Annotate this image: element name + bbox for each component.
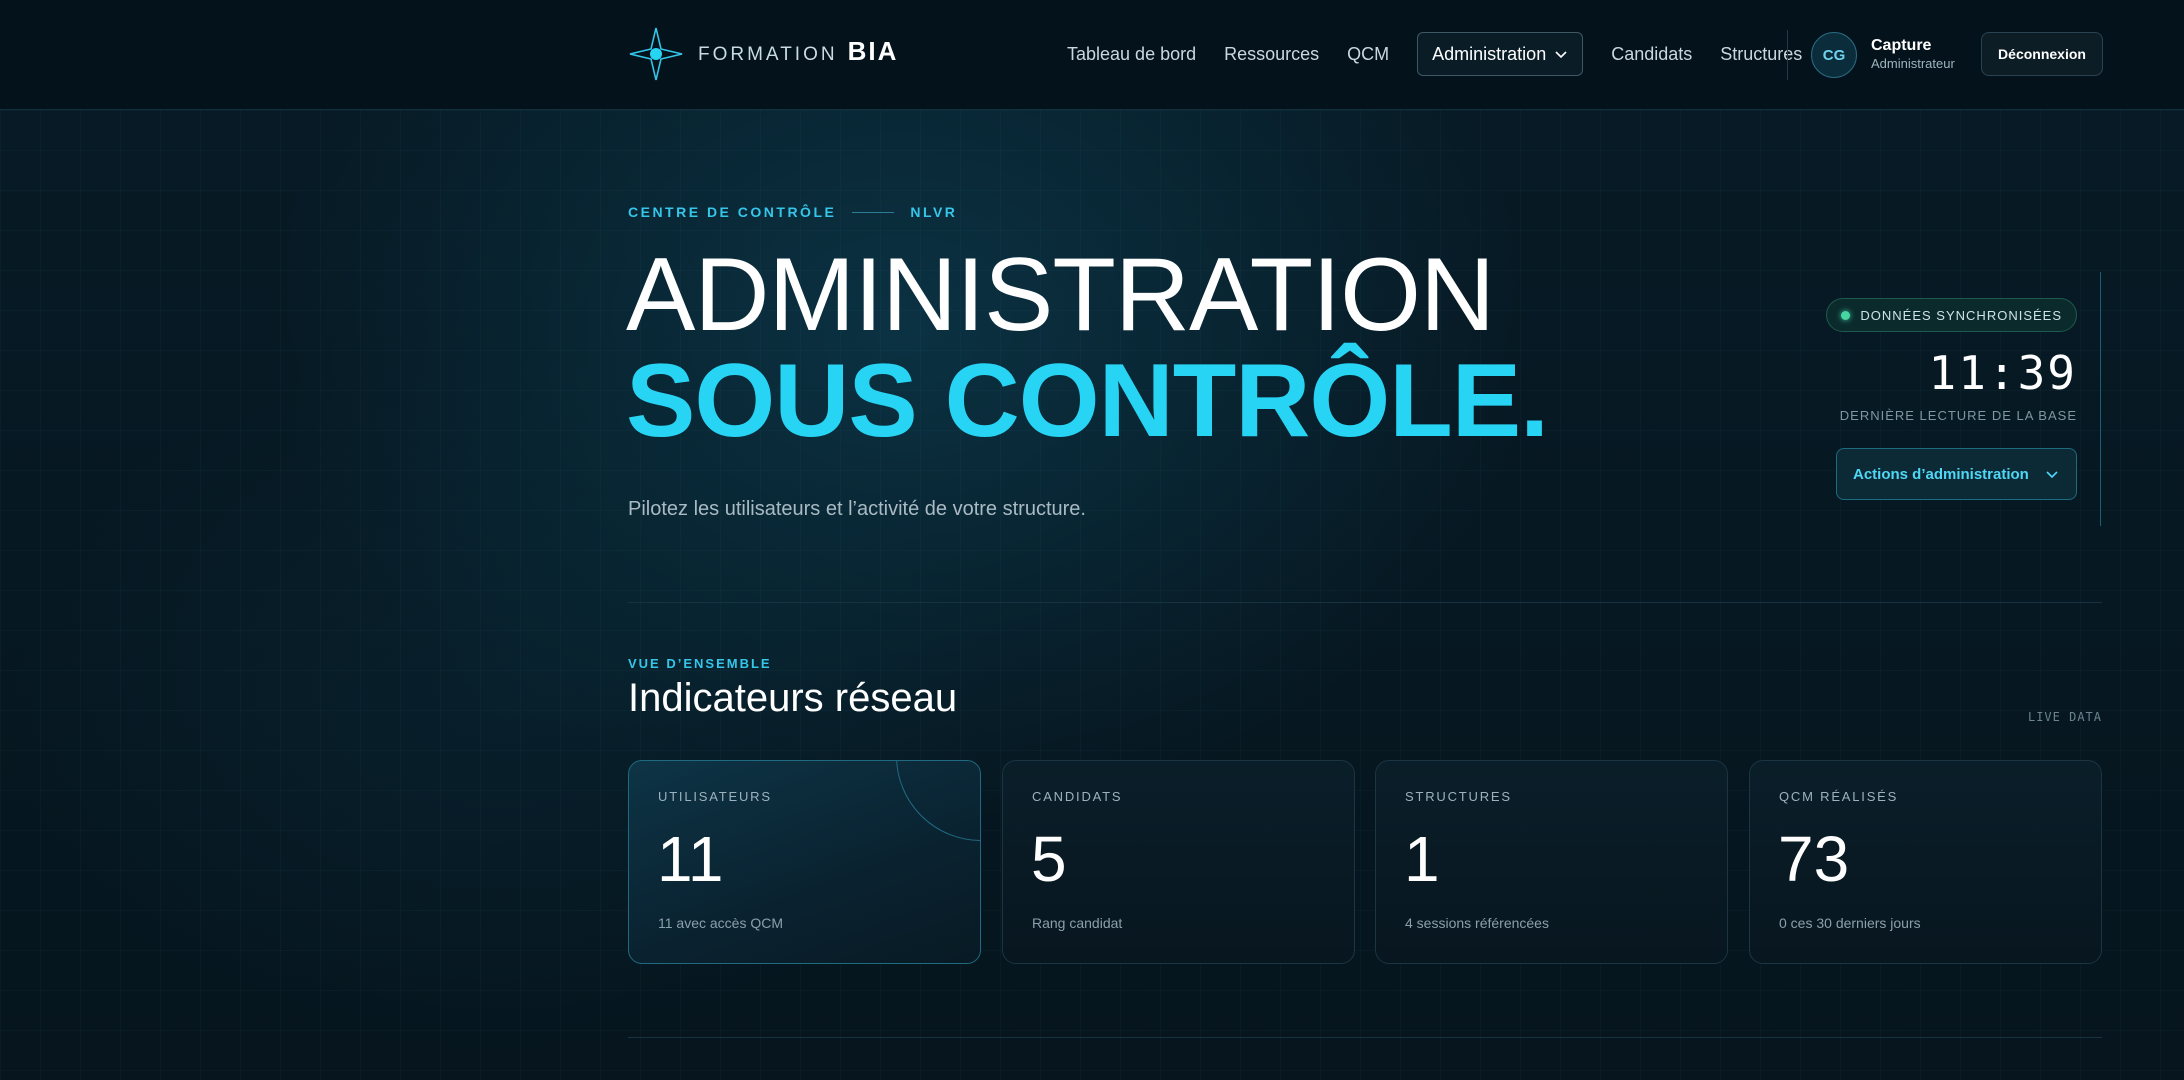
stat-card-note: 0 ces 30 derniers jours [1779,915,1921,931]
page-title-line1: ADMINISTRATION [626,237,1495,353]
nav-divider [1787,30,1788,80]
card-decoration [896,761,980,841]
chevron-down-icon [2046,471,2058,479]
hero-eyebrow-code: NLVR [910,204,958,220]
hero-eyebrow-label: CENTRE DE CONTRÔLE [628,204,837,220]
stat-card-qcm[interactable]: QCM RÉALISÉS 73 0 ces 30 derniers jours [1749,760,2102,964]
last-read-time: 11:39 [1928,346,2077,400]
user-role: Administrateur [1871,56,1955,71]
stat-card-structures[interactable]: STRUCTURES 1 4 sessions référencées [1375,760,1728,964]
brand-text-light: FORMATION [698,44,838,65]
stat-card-note: Rang candidat [1032,915,1123,931]
sync-status-label: DONNÉES SYNCHRONISÉES [1860,307,2062,323]
user-info: Capture Administrateur [1871,36,1955,72]
eyebrow-divider [852,211,895,213]
admin-actions-label: Actions d’administration [1853,465,2029,483]
section-divider [628,602,2102,603]
chevron-down-icon [1555,51,1567,59]
brand-logo[interactable]: FORMATION BIA [698,36,898,67]
last-read-label: DERNIÈRE LECTURE DE LA BASE [1839,408,2077,423]
main-navigation: Tableau de bord Ressources QCM Administr… [1067,32,1830,76]
nav-qcm[interactable]: QCM [1347,44,1389,65]
status-panel-rule [2100,272,2101,526]
nav-dashboard[interactable]: Tableau de bord [1067,44,1196,65]
section-title: Indicateurs réseau [628,676,958,720]
sync-status-badge: DONNÉES SYNCHRONISÉES [1826,298,2077,332]
brand-text-bold: BIA [847,36,899,66]
stat-card-value: 1 [1404,823,1440,895]
nav-structures[interactable]: Structures [1720,44,1802,65]
stat-card-note: 4 sessions référencées [1405,915,1549,931]
admin-actions-dropdown[interactable]: Actions d’administration [1836,448,2077,500]
page-title-line2: SOUS CONTRÔLE. [626,343,1549,459]
stat-card-label: UTILISATEURS [658,789,772,804]
stat-card-users[interactable]: UTILISATEURS 11 11 avec accès QCM [628,760,981,964]
logout-button[interactable]: Déconnexion [1981,32,2103,76]
top-navbar: FORMATION BIA Tableau de bord Ressources… [0,0,2184,110]
stat-card-note: 11 avec accès QCM [658,915,784,931]
stat-card-label: CANDIDATS [1032,789,1123,804]
nav-administration-dropdown[interactable]: Administration [1417,32,1584,76]
stat-card-value: 5 [1031,823,1067,895]
status-dot-icon [1841,310,1851,320]
nav-administration-label: Administration [1432,43,1547,64]
compass-star-icon[interactable] [628,26,684,82]
nav-resources[interactable]: Ressources [1224,44,1319,65]
page-subtitle: Pilotez les utilisateurs et l’activité d… [628,498,1086,520]
stat-card-value: 73 [1778,823,1850,895]
avatar[interactable]: CG [1811,32,1857,78]
stat-card-candidates[interactable]: CANDIDATS 5 Rang candidat [1002,760,1355,964]
section-divider [628,1037,2102,1038]
section-eyebrow: VUE D’ENSEMBLE [628,656,772,671]
stat-card-value: 11 [657,823,724,895]
stat-card-label: STRUCTURES [1405,789,1512,804]
user-name: Capture [1871,37,1932,54]
live-data-label: LIVE DATA [2027,710,2102,724]
hero-eyebrow: CENTRE DE CONTRÔLE NLVR [628,204,957,220]
stat-card-label: QCM RÉALISÉS [1779,789,1899,804]
nav-candidates[interactable]: Candidats [1611,44,1692,65]
